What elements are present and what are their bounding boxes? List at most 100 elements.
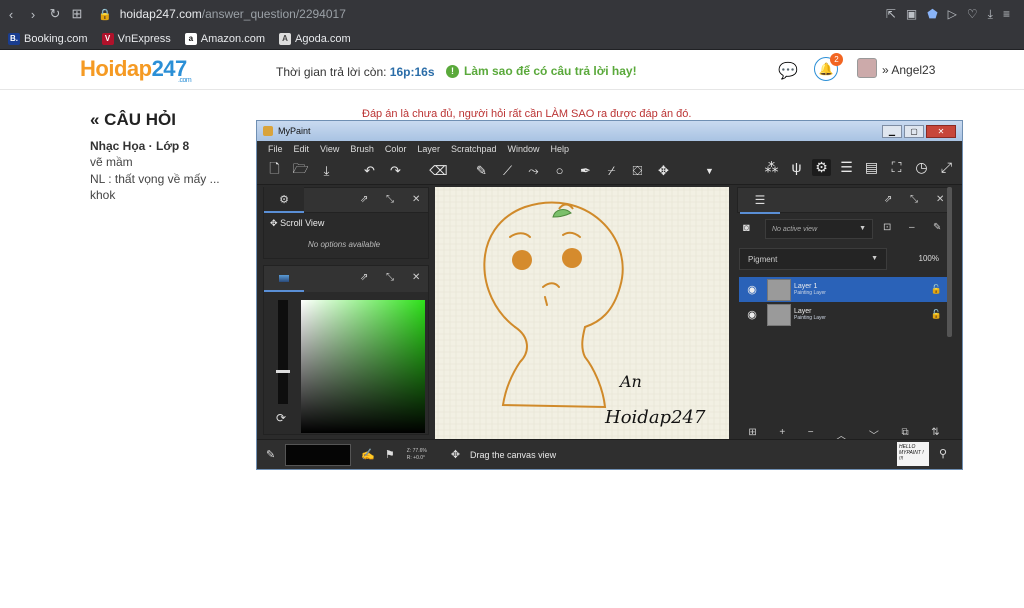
menu-color[interactable]: Color bbox=[385, 144, 407, 154]
saturation-value-picker[interactable] bbox=[301, 300, 425, 433]
lines-icon[interactable]: ⟋ bbox=[498, 163, 517, 179]
dropdown-icon[interactable]: ▼ bbox=[700, 166, 719, 176]
open-file-icon[interactable]: 🗁 bbox=[291, 160, 310, 182]
move-up-icon[interactable]: ︿ bbox=[836, 427, 846, 442]
expand-icon[interactable]: ⤢ bbox=[937, 159, 956, 176]
eye-icon[interactable]: ◉ bbox=[739, 283, 765, 296]
mypaint-titlebar[interactable]: MyPaint ▁ ▢ ✕ bbox=[257, 121, 962, 141]
camera-icon[interactable]: ◙ bbox=[743, 222, 750, 234]
pin-icon[interactable]: ⤡ bbox=[910, 194, 918, 205]
brush-preview[interactable]: HELLO MYPAINT ! !!! bbox=[897, 442, 929, 466]
hue-slider-handle[interactable] bbox=[276, 370, 290, 373]
site-logo[interactable]: Hoidap247 .com bbox=[80, 56, 192, 84]
ellipse-icon[interactable]: ○ bbox=[550, 163, 569, 178]
color-picker-icon[interactable]: ⌿ bbox=[602, 163, 621, 179]
heart-icon[interactable]: ♡ bbox=[967, 7, 978, 22]
username-menu[interactable]: » Angel23 bbox=[882, 63, 935, 77]
forward-icon[interactable]: › bbox=[22, 7, 44, 22]
remove-view-icon[interactable]: – bbox=[909, 222, 915, 233]
transform-icon[interactable]: ✥ bbox=[654, 163, 673, 179]
brush-icon[interactable]: ✎ bbox=[266, 448, 275, 461]
menu-scratchpad[interactable]: Scratchpad bbox=[451, 144, 497, 154]
address-bar[interactable]: 🔒 hoidap247.com /answer_question/2294017 bbox=[98, 7, 346, 21]
apps-icon[interactable]: ⊞ bbox=[66, 6, 88, 22]
layer-options-icon[interactable]: ⇅ bbox=[931, 427, 939, 439]
reload-icon[interactable]: ↻ bbox=[44, 6, 66, 22]
scratchpad-icon[interactable]: ▤ bbox=[862, 159, 881, 176]
minimize-button[interactable]: ▁ bbox=[882, 124, 902, 138]
unlock-icon[interactable]: 🔓 bbox=[931, 284, 942, 295]
eraser-icon[interactable]: ⌫ bbox=[429, 163, 448, 179]
view-select[interactable]: No active view ▼ bbox=[765, 219, 873, 239]
edit-view-icon[interactable]: ✎ bbox=[933, 222, 941, 233]
bookmark-vnexpress[interactable]: V VnExpress bbox=[101, 32, 171, 45]
layers-scrollbar[interactable] bbox=[947, 187, 952, 337]
bookmark-agoda[interactable]: A Agoda.com bbox=[279, 32, 351, 45]
clock-icon[interactable]: ◷ bbox=[912, 159, 931, 176]
color-circles-icon[interactable]: ⁂ bbox=[762, 159, 781, 176]
color-tab[interactable] bbox=[264, 266, 304, 292]
minus-icon[interactable]: − bbox=[808, 427, 814, 439]
blend-mode-select[interactable]: Pigment ▼ bbox=[739, 248, 887, 270]
screenshot-icon[interactable]: ▣ bbox=[906, 7, 917, 22]
redo-icon[interactable]: ↷ bbox=[386, 163, 405, 179]
add-layer-icon[interactable]: ⊞ bbox=[748, 427, 756, 439]
menu-file[interactable]: File bbox=[268, 144, 283, 154]
hue-slider[interactable] bbox=[278, 300, 288, 404]
drawing-canvas[interactable]: An Hoidap247 bbox=[435, 187, 729, 439]
close-button[interactable]: ✕ bbox=[926, 124, 956, 138]
pin-icon[interactable]: ⤡ bbox=[386, 194, 394, 205]
menu-brush[interactable]: Brush bbox=[350, 144, 374, 154]
fullscreen-icon[interactable]: ⛶ bbox=[887, 159, 906, 176]
download-icon[interactable]: ⤓ bbox=[988, 7, 993, 22]
close-panel-icon[interactable]: ✕ bbox=[412, 272, 420, 283]
plus-icon[interactable]: + bbox=[779, 427, 785, 439]
share-icon[interactable]: ⇱ bbox=[886, 7, 896, 22]
eye-icon[interactable]: ◉ bbox=[739, 308, 765, 321]
detach-icon[interactable]: ⇗ bbox=[360, 272, 368, 283]
pin-icon[interactable]: ⤡ bbox=[386, 272, 394, 283]
edit-brush-icon[interactable]: ✍ bbox=[361, 448, 375, 461]
connected-lines-icon[interactable]: ⤳ bbox=[524, 163, 543, 179]
play-icon[interactable]: ▷ bbox=[948, 7, 957, 22]
menu-edit[interactable]: Edit bbox=[294, 144, 310, 154]
undo-icon[interactable]: ↶ bbox=[360, 163, 379, 179]
inking-icon[interactable]: ✒ bbox=[576, 163, 595, 179]
brushes-icon[interactable]: ψ bbox=[787, 159, 806, 176]
current-color-swatch[interactable] bbox=[285, 443, 352, 466]
close-panel-icon[interactable]: ✕ bbox=[412, 194, 420, 205]
menu-layer[interactable]: Layer bbox=[417, 144, 440, 154]
new-file-icon[interactable]: 🗋 bbox=[265, 160, 284, 182]
maximize-button[interactable]: ▢ bbox=[904, 124, 924, 138]
chat-icon[interactable]: 💬 bbox=[778, 61, 798, 81]
settings-icon[interactable]: ⚙ bbox=[812, 159, 831, 176]
layers-menu-icon[interactable]: ☰ bbox=[837, 159, 856, 176]
detach-icon[interactable]: ⇗ bbox=[884, 194, 892, 205]
save-icon[interactable]: ⤓ bbox=[317, 163, 336, 179]
move-down-icon[interactable]: ﹀ bbox=[869, 427, 879, 442]
notifications-button[interactable]: 🔔 2 bbox=[814, 53, 843, 81]
avatar[interactable] bbox=[857, 58, 877, 78]
bookmark-amazon[interactable]: a Amazon.com bbox=[184, 32, 265, 45]
duplicate-layer-icon[interactable]: ⧉ bbox=[902, 427, 909, 439]
flag-icon[interactable]: ⚑ bbox=[385, 448, 395, 461]
refresh-icon[interactable]: ⟳ bbox=[276, 411, 286, 425]
color-picker-icon[interactable]: ⚲ bbox=[939, 447, 947, 460]
opacity-value[interactable]: 100% bbox=[919, 254, 939, 263]
unlock-icon[interactable]: 🔓 bbox=[931, 309, 942, 320]
lock-view-icon[interactable]: ⊡ bbox=[883, 222, 891, 233]
layer-row[interactable]: ◉ Layer Painting Layer 🔓 bbox=[739, 302, 947, 327]
answer-tip-link[interactable]: ! Làm sao để có câu trả lời hay! bbox=[446, 64, 637, 78]
freehand-icon[interactable]: ✎ bbox=[472, 163, 491, 179]
menu-window[interactable]: Window bbox=[507, 144, 539, 154]
bookmark-booking[interactable]: B. Booking.com bbox=[8, 32, 88, 45]
close-panel-icon[interactable]: ✕ bbox=[936, 194, 944, 205]
menu-icon[interactable]: ≡ bbox=[1003, 7, 1010, 22]
back-icon[interactable]: ‹ bbox=[0, 7, 22, 22]
detach-icon[interactable]: ⇗ bbox=[360, 194, 368, 205]
shield-icon[interactable]: ⬟ bbox=[927, 7, 937, 22]
layers-tab[interactable]: ☰ bbox=[740, 188, 780, 214]
layer-row[interactable]: ◉ Layer 1 Painting Layer 🔓 bbox=[739, 277, 947, 302]
menu-view[interactable]: View bbox=[320, 144, 339, 154]
fill-icon[interactable]: ⛋ bbox=[628, 163, 647, 179]
